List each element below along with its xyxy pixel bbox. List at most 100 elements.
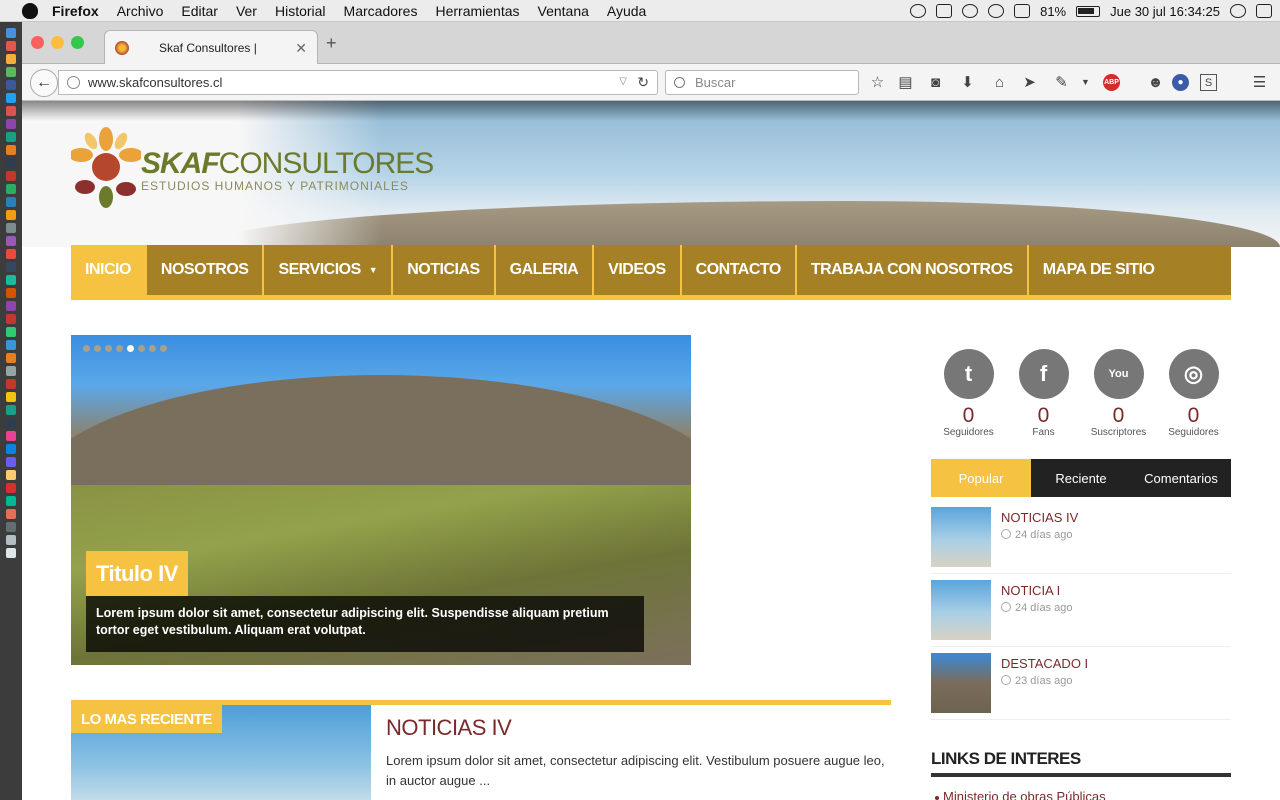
home-icon[interactable]: ⌂ — [991, 74, 1008, 91]
dock-app-icon[interactable] — [6, 236, 16, 246]
adblock-icon[interactable]: ABP — [1103, 74, 1120, 91]
menu-ver[interactable]: Ver — [236, 3, 257, 19]
url-text[interactable]: www.skafconsultores.cl — [88, 75, 222, 90]
nav-nosotros[interactable]: NOSOTROS — [147, 245, 265, 295]
social-instagram[interactable]: ◎ 0 Seguidores — [1156, 349, 1231, 438]
dock-app-icon[interactable] — [6, 41, 16, 51]
slider-dot[interactable] — [160, 345, 167, 352]
menu-hamburger-icon[interactable]: ☰ — [1251, 74, 1268, 91]
post-title[interactable]: NOTICIA I — [1001, 583, 1060, 598]
menu-historial[interactable]: Historial — [275, 3, 326, 19]
list-item[interactable]: NOTICIA I 24 días ago — [931, 580, 1231, 647]
spotlight-icon[interactable] — [1230, 4, 1246, 18]
pocket-icon[interactable]: ◙ — [927, 74, 944, 91]
dock-app-icon[interactable] — [6, 132, 16, 142]
dock-app-icon[interactable] — [6, 522, 16, 532]
list-item[interactable]: DESTACADO I 23 días ago — [931, 653, 1231, 720]
dock-app-icon[interactable] — [6, 392, 16, 402]
menu-archivo[interactable]: Archivo — [117, 3, 164, 19]
post-thumbnail[interactable] — [931, 580, 991, 640]
post-thumbnail[interactable] — [931, 507, 991, 567]
slider-dot[interactable] — [149, 345, 156, 352]
chat-icon[interactable]: ☻ — [1147, 74, 1164, 91]
dock-app-icon[interactable] — [6, 145, 16, 155]
dock-app-icon[interactable] — [6, 80, 16, 90]
site-logo[interactable]: SKAFCONSULTORES ESTUDIOS HUMANOS Y PATRI… — [71, 127, 434, 211]
wifi-icon[interactable] — [988, 4, 1005, 18]
nav-contacto[interactable]: CONTACTO — [682, 245, 797, 295]
post-title[interactable]: DESTACADO I — [1001, 656, 1088, 671]
close-tab-icon[interactable]: ✕ — [295, 40, 307, 57]
time-machine-icon[interactable] — [962, 4, 979, 18]
url-bar[interactable]: www.skafconsultores.cl ▽ ↻ — [58, 70, 658, 95]
dock-app-icon[interactable] — [6, 327, 16, 337]
dock-app-icon[interactable] — [6, 483, 16, 493]
chevron-down-icon[interactable]: ▼ — [1077, 74, 1094, 91]
dock-app-icon[interactable] — [6, 210, 16, 220]
download-icon[interactable]: ⬇ — [959, 74, 976, 91]
dock-app-icon[interactable] — [6, 249, 16, 259]
dock-app-icon[interactable] — [6, 496, 16, 506]
dock-app-icon[interactable] — [6, 119, 16, 129]
image-slider[interactable]: Titulo IV Lorem ipsum dolor sit amet, co… — [71, 335, 691, 665]
send-icon[interactable]: ➤ — [1021, 74, 1038, 91]
dock-app-icon[interactable] — [6, 171, 16, 181]
nav-inicio[interactable]: INICIO — [71, 245, 147, 295]
dock-app-icon[interactable] — [6, 314, 16, 324]
search-placeholder[interactable]: Buscar — [695, 75, 735, 90]
recent-title[interactable]: NOTICIAS IV — [386, 715, 512, 741]
profile-icon[interactable]: ● — [1172, 74, 1189, 91]
status-icon[interactable] — [910, 4, 927, 18]
back-button[interactable]: ← — [30, 69, 58, 97]
dock-app-icon[interactable] — [6, 405, 16, 415]
dock-app-icon[interactable] — [6, 67, 16, 77]
dock-app-icon[interactable] — [6, 158, 16, 168]
dock-app-icon[interactable] — [6, 457, 16, 467]
post-title[interactable]: NOTICIAS IV — [1001, 510, 1078, 525]
nav-videos[interactable]: VIDEOS — [594, 245, 682, 295]
twitter-icon[interactable]: t — [943, 349, 994, 399]
bookmarks-list-icon[interactable]: ▤ — [897, 74, 914, 91]
nav-servicios[interactable]: SERVICIOS ▼ — [264, 245, 394, 295]
slider-dot[interactable] — [105, 345, 112, 352]
menu-marcadores[interactable]: Marcadores — [344, 3, 418, 19]
url-dropdown-icon[interactable]: ▽ — [619, 76, 627, 87]
dock-app-icon[interactable] — [6, 28, 16, 38]
dock-app-icon[interactable] — [6, 262, 16, 272]
list-item[interactable]: NOTICIAS IV 24 días ago — [931, 507, 1231, 574]
dock-app-icon[interactable] — [6, 353, 16, 363]
menu-herramientas[interactable]: Herramientas — [435, 3, 519, 19]
slider-dot[interactable] — [138, 345, 145, 352]
dock-app-icon[interactable] — [6, 418, 16, 428]
dock-app-icon[interactable] — [6, 379, 16, 389]
youtube-icon[interactable]: You — [1093, 349, 1144, 399]
menu-editar[interactable]: Editar — [181, 3, 218, 19]
reload-icon[interactable]: ↻ — [637, 74, 649, 91]
slider-dot[interactable] — [94, 345, 101, 352]
social-youtube[interactable]: You 0 Suscriptores — [1081, 349, 1156, 438]
dock-app-icon[interactable] — [6, 366, 16, 376]
nav-trabaja[interactable]: TRABAJA CON NOSOTROS — [797, 245, 1029, 295]
dock-app-icon[interactable] — [6, 301, 16, 311]
battery-icon[interactable] — [1076, 5, 1101, 17]
tab-comentarios[interactable]: Comentarios — [1131, 459, 1231, 497]
dock-app-icon[interactable] — [6, 340, 16, 350]
bookmark-star-icon[interactable]: ☆ — [869, 74, 886, 91]
dock-app-icon[interactable] — [6, 93, 16, 103]
dock-app-icon[interactable] — [6, 548, 16, 558]
social-facebook[interactable]: f 0 Fans — [1006, 349, 1081, 438]
nav-noticias[interactable]: NOTICIAS — [393, 245, 496, 295]
dock-app-icon[interactable] — [6, 184, 16, 194]
facebook-icon[interactable]: f — [1018, 349, 1069, 399]
slide-title[interactable]: Titulo IV — [86, 551, 188, 596]
notification-center-icon[interactable] — [1256, 4, 1272, 18]
post-thumbnail[interactable] — [931, 653, 991, 713]
social-twitter[interactable]: t 0 Seguidores — [931, 349, 1006, 438]
dock-app-icon[interactable] — [6, 431, 16, 441]
menu-ayuda[interactable]: Ayuda — [607, 3, 646, 19]
menu-app-name[interactable]: Firefox — [52, 3, 99, 19]
slider-dot[interactable] — [127, 345, 134, 352]
apple-icon[interactable] — [22, 2, 38, 19]
dock-app-icon[interactable] — [6, 197, 16, 207]
dock-app-icon[interactable] — [6, 223, 16, 233]
